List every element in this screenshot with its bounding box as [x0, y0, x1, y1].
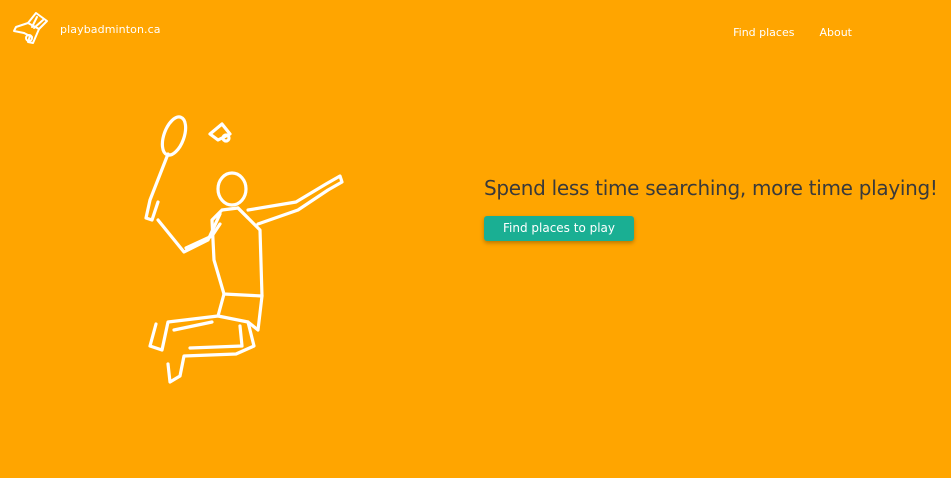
hero-section: Spend less time searching, more time pla…	[484, 176, 938, 241]
nav-find-places[interactable]: Find places	[733, 26, 794, 39]
top-nav: Find places About	[733, 26, 852, 39]
landing-page: playbadminton.ca Find places About Spend…	[0, 0, 951, 478]
find-places-button[interactable]: Find places to play	[484, 216, 634, 241]
hero-tagline: Spend less time searching, more time pla…	[484, 176, 938, 200]
badminton-player-icon	[144, 115, 344, 384]
brand-name: playbadminton.ca	[60, 23, 161, 36]
shuttlecock-icon	[13, 12, 48, 44]
brand-link[interactable]: playbadminton.ca	[12, 9, 161, 47]
nav-about[interactable]: About	[819, 26, 852, 39]
